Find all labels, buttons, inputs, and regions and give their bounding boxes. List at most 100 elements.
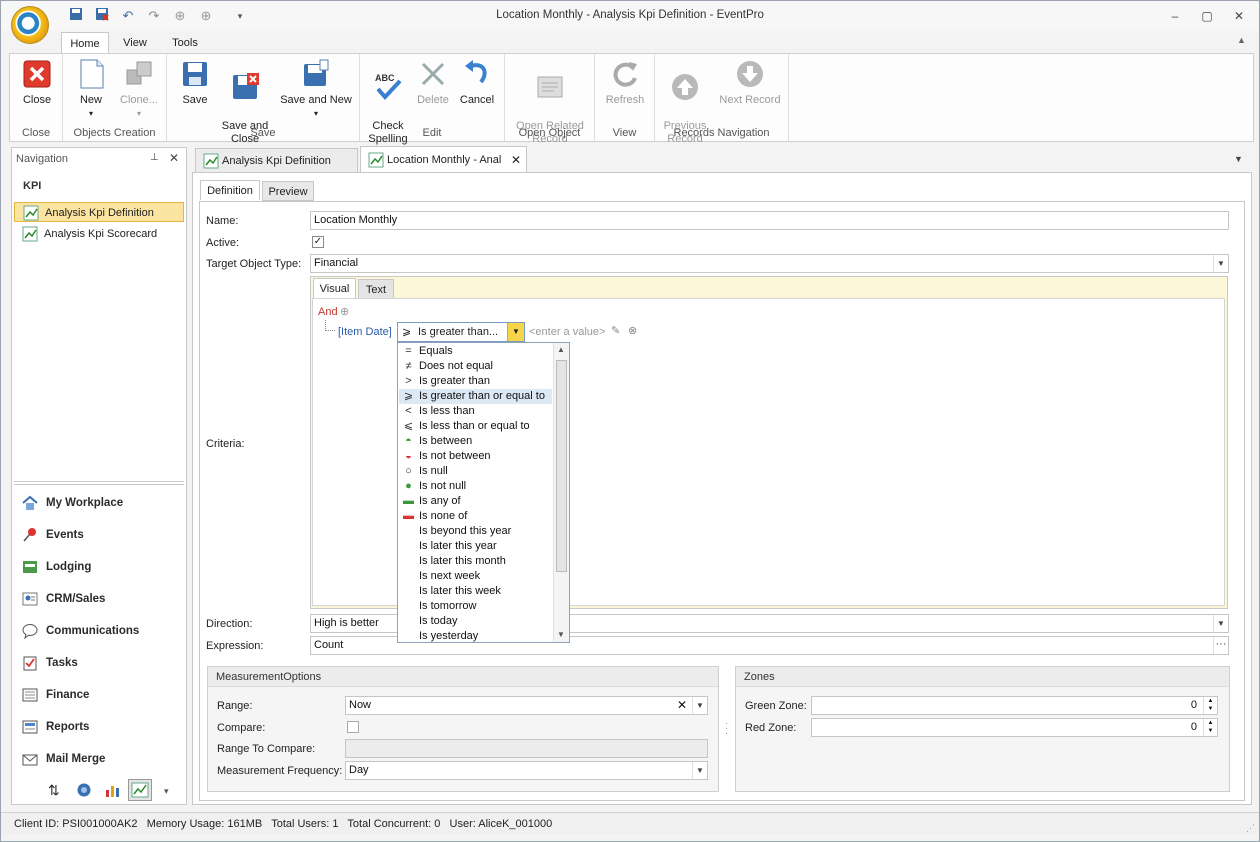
active-checkbox[interactable]: ✓ bbox=[312, 236, 324, 248]
operator-option[interactable]: < Is less than bbox=[399, 404, 552, 419]
chevron-down-icon[interactable]: ▼ bbox=[692, 762, 707, 779]
close-button[interactable]: Close bbox=[16, 58, 58, 107]
pane-splitter[interactable] bbox=[14, 481, 184, 485]
criteria-field[interactable]: [Item Date] bbox=[338, 326, 392, 338]
dropdown-scrollbar[interactable]: ▲ ▼ bbox=[553, 343, 569, 642]
green-zone-input[interactable]: 0 ▲ ▼ bbox=[811, 696, 1218, 715]
operator-option[interactable]: Is later this year bbox=[399, 539, 552, 554]
chevron-down-icon[interactable]: ▼ bbox=[507, 323, 524, 341]
operator-option[interactable]: ⩾ Is greater than or equal to bbox=[399, 389, 552, 404]
operator-option[interactable]: Is beyond this year bbox=[399, 524, 552, 539]
spin-buttons[interactable]: ▲ ▼ bbox=[1203, 697, 1217, 714]
doc-tab-analysis-kpi-definition[interactable]: Analysis Kpi Definition bbox=[195, 148, 358, 172]
new-button[interactable]: New ▾ bbox=[69, 58, 113, 120]
spin-buttons[interactable]: ▲ ▼ bbox=[1203, 719, 1217, 736]
tab-text[interactable]: Text bbox=[358, 279, 394, 299]
refresh-button[interactable]: Refresh bbox=[599, 58, 651, 107]
pin-icon[interactable]: ⊥ bbox=[150, 152, 159, 163]
maximize-button[interactable]: ▢ bbox=[1197, 7, 1217, 25]
clear-icon[interactable]: ✕ bbox=[673, 697, 691, 714]
doc-tab-location-monthly[interactable]: Location Monthly - Anal ✕ bbox=[360, 146, 527, 173]
splitter-grip[interactable]: · · · bbox=[725, 719, 728, 739]
measurement-frequency-select[interactable]: Day ▼ bbox=[345, 761, 708, 780]
operator-option[interactable]: Is tomorrow bbox=[399, 599, 552, 614]
close-window-button[interactable]: ✕ bbox=[1229, 7, 1249, 25]
module-tasks[interactable]: Tasks bbox=[22, 652, 78, 674]
red-zone-input[interactable]: 0 ▲ ▼ bbox=[811, 718, 1218, 737]
minimize-button[interactable]: – bbox=[1165, 7, 1185, 25]
add-condition-icon[interactable]: ⊕ bbox=[340, 305, 349, 318]
tab-preview[interactable]: Preview bbox=[262, 181, 314, 201]
criteria-group-and[interactable]: And bbox=[318, 306, 338, 318]
sort-arrows-icon[interactable]: ⇅ bbox=[48, 782, 60, 799]
save-and-new-button[interactable]: Save and New ▾ bbox=[277, 58, 355, 120]
pencil-icon[interactable]: ✎ bbox=[611, 324, 620, 337]
close-tab-icon[interactable]: ✕ bbox=[511, 147, 521, 173]
target-object-type-select[interactable]: Financial ▼ bbox=[310, 254, 1229, 273]
bar-chart-icon[interactable] bbox=[104, 782, 120, 801]
remove-condition-icon[interactable]: ⊗ bbox=[628, 324, 637, 337]
operator-option[interactable]: ● Is not null bbox=[399, 479, 552, 494]
compare-checkbox[interactable] bbox=[347, 721, 359, 733]
criteria-operator-select[interactable]: ⩾ Is greater than... ▼ bbox=[397, 322, 525, 342]
collapse-ribbon-icon[interactable]: ▲ bbox=[1237, 35, 1246, 45]
chevron-down-icon[interactable]: ▼ bbox=[1213, 615, 1228, 632]
operator-option[interactable]: Is yesterday bbox=[399, 629, 552, 644]
app-logo[interactable] bbox=[11, 6, 49, 44]
more-modules-icon[interactable]: ▾ bbox=[164, 786, 169, 797]
nav-item-analysis-kpi-scorecard[interactable]: Analysis Kpi Scorecard bbox=[14, 224, 184, 244]
resize-grip-icon[interactable]: ⋰ bbox=[1246, 817, 1255, 839]
chevron-down-icon[interactable]: ▼ bbox=[1213, 255, 1228, 272]
tab-view[interactable]: View bbox=[115, 32, 155, 54]
redo-icon[interactable]: ↷ bbox=[145, 7, 163, 25]
tab-list-dropdown-icon[interactable]: ▼ bbox=[1234, 154, 1243, 164]
operator-option[interactable]: ○ Is null bbox=[399, 464, 552, 479]
module-mail-merge[interactable]: Mail Merge bbox=[22, 748, 105, 770]
operator-option[interactable]: ⩽ Is less than or equal to bbox=[399, 419, 552, 434]
scroll-up-icon[interactable]: ▲ bbox=[557, 345, 565, 354]
kpi-module-button[interactable] bbox=[128, 779, 152, 801]
operator-option[interactable]: ▬ Is none of bbox=[399, 509, 552, 524]
save-button[interactable]: Save bbox=[177, 58, 213, 107]
module-communications[interactable]: Communications bbox=[22, 620, 139, 642]
range-to-compare-input[interactable] bbox=[345, 739, 708, 758]
operator-option[interactable]: Is today bbox=[399, 614, 552, 629]
module-reports[interactable]: Reports bbox=[22, 716, 89, 738]
clone-button[interactable]: Clone... ▾ bbox=[115, 58, 163, 120]
scrollbar-thumb[interactable] bbox=[556, 360, 567, 572]
operator-option[interactable]: > Is greater than bbox=[399, 374, 552, 389]
module-finance[interactable]: Finance bbox=[22, 684, 89, 706]
operator-option[interactable]: ≠ Does not equal bbox=[399, 359, 552, 374]
next-record-button[interactable]: Next Record bbox=[715, 58, 785, 107]
module-my-workplace[interactable]: My Workplace bbox=[22, 492, 123, 514]
up-circle-icon[interactable]: ⊕ bbox=[171, 7, 189, 25]
nav-item-analysis-kpi-definition[interactable]: Analysis Kpi Definition bbox=[14, 202, 184, 222]
operator-option[interactable]: ▬ Is any of bbox=[399, 494, 552, 509]
operator-option[interactable]: = Equals bbox=[399, 344, 552, 359]
operator-option[interactable]: ◓ Is between bbox=[399, 434, 552, 449]
customize-qat-icon[interactable]: ▾ bbox=[231, 7, 249, 25]
scroll-down-icon[interactable]: ▼ bbox=[557, 630, 565, 639]
operator-option[interactable]: Is later this month bbox=[399, 554, 552, 569]
save-quick-icon[interactable] bbox=[67, 7, 85, 25]
name-input[interactable]: Location Monthly bbox=[310, 211, 1229, 230]
criteria-value-input[interactable]: <enter a value> bbox=[529, 326, 605, 338]
close-pane-icon[interactable]: ✕ bbox=[169, 151, 179, 165]
tab-visual[interactable]: Visual bbox=[313, 278, 356, 298]
globe-icon[interactable] bbox=[76, 782, 92, 801]
module-events[interactable]: Events bbox=[22, 524, 84, 546]
operator-option[interactable]: ◒ Is not between bbox=[399, 449, 552, 464]
undo-icon[interactable]: ↶ bbox=[119, 7, 137, 25]
operator-option[interactable]: Is next week bbox=[399, 569, 552, 584]
range-select[interactable]: Now ✕ ▼ bbox=[345, 696, 708, 715]
tab-definition[interactable]: Definition bbox=[200, 180, 260, 200]
down-circle-icon[interactable]: ⊕ bbox=[197, 7, 215, 25]
tab-tools[interactable]: Tools bbox=[163, 32, 207, 54]
operator-option[interactable]: Is later this week bbox=[399, 584, 552, 599]
module-lodging[interactable]: Lodging bbox=[22, 556, 91, 578]
delete-button[interactable]: Delete bbox=[414, 58, 452, 107]
tab-home[interactable]: Home bbox=[61, 32, 109, 54]
cancel-button[interactable]: Cancel bbox=[456, 58, 498, 107]
chevron-down-icon[interactable]: ▼ bbox=[692, 697, 707, 714]
ellipsis-icon[interactable]: ··· bbox=[1213, 637, 1228, 654]
